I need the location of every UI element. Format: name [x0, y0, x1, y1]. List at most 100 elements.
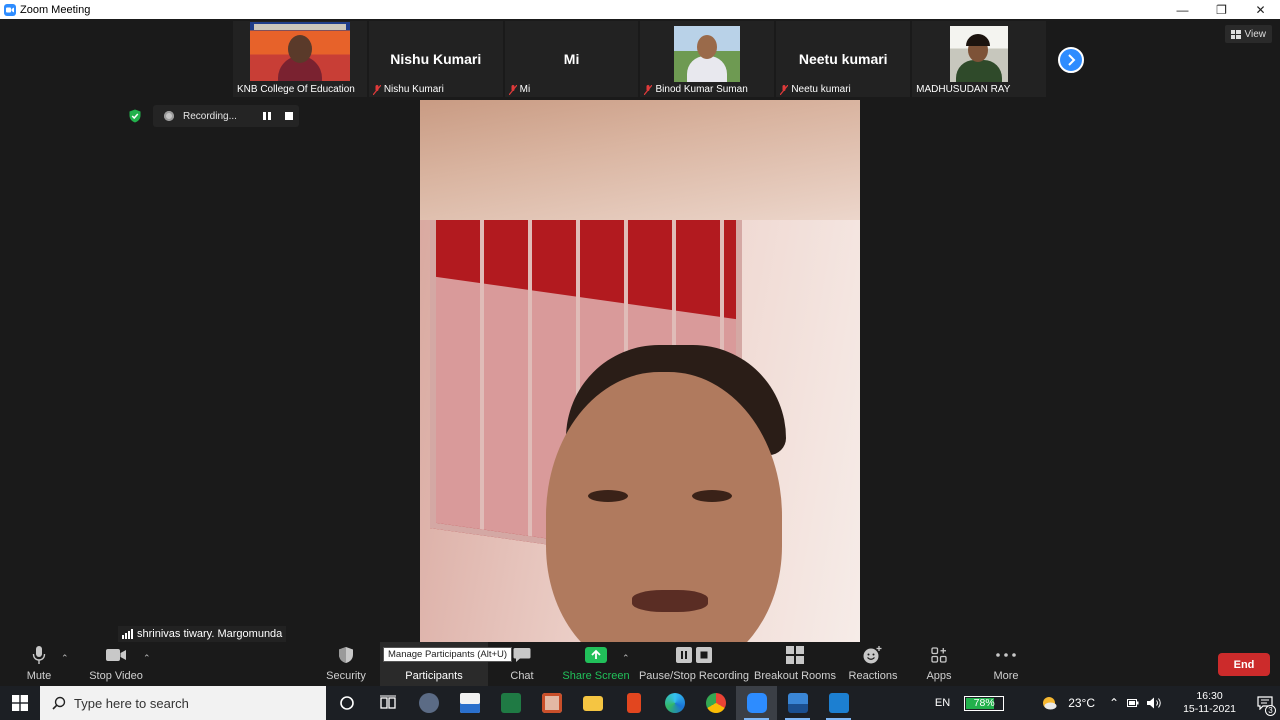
participant-name: Binod Kumar Suman [655, 84, 748, 95]
participant-label: MADHUSUDAN RAY [916, 84, 1010, 95]
participant-tile[interactable]: Nishu Kumari Nishu Kumari [368, 21, 503, 97]
video-camera-icon [106, 649, 126, 661]
taskbar-app-photos[interactable] [777, 686, 818, 720]
chat-button[interactable]: Chat [506, 642, 538, 686]
encryption-shield-icon[interactable] [128, 109, 142, 123]
participant-tile[interactable]: Neetu kumari Neetu kumari [776, 21, 911, 97]
breakout-rooms-icon [786, 646, 804, 664]
recording-status: Recording... [183, 110, 237, 122]
store-bag-icon [459, 693, 480, 713]
reactions-label: Reactions [848, 670, 898, 682]
taskbar-app-office[interactable] [531, 686, 572, 720]
audio-options-caret-icon[interactable]: ⌃ [61, 653, 69, 664]
participant-name: Neetu kumari [791, 84, 851, 95]
cortana-circle-icon [339, 696, 354, 710]
mic-muted-icon [372, 84, 381, 95]
participant-big-name: Nishu Kumari [390, 51, 482, 67]
chevron-right-icon [1068, 54, 1076, 66]
participant-label: Nishu Kumari [372, 84, 444, 95]
mute-button[interactable]: Mute [20, 642, 58, 686]
windows-taskbar: Type here to search EN 78% 23°C ⌃ 16:30 … [0, 686, 1280, 720]
pause-stop-recording-button[interactable]: Pause/Stop Recording [639, 642, 749, 686]
active-speaker-name-tag: shrinivas tiwary. Margomunda [118, 626, 287, 642]
taskbar-search-box[interactable]: Type here to search [40, 686, 326, 720]
next-page-button[interactable] [1058, 47, 1084, 73]
language-indicator[interactable]: EN [935, 697, 950, 709]
apps-icon [931, 647, 947, 663]
pause-recording-button[interactable] [263, 112, 271, 120]
temperature[interactable]: 23°C [1068, 696, 1095, 710]
task-view-button[interactable] [367, 686, 408, 720]
more-button[interactable]: More [990, 642, 1022, 686]
taskbar-app-zoom-scheduler[interactable] [408, 686, 449, 720]
participant-name: Mi [519, 84, 531, 95]
task-view-icon [379, 695, 396, 709]
battery-percent: 78% [973, 696, 995, 709]
mic-muted-icon [508, 84, 517, 95]
meeting-toolbar: Mute ⌃ Stop Video ⌃ Security Participant… [0, 642, 1280, 686]
stop-video-button[interactable]: Stop Video [89, 642, 143, 686]
taskbar-app-edge[interactable] [654, 686, 695, 720]
edge-browser-icon [664, 693, 685, 713]
app-generic-icon [418, 693, 439, 713]
reactions-button[interactable]: Reactions [848, 642, 898, 686]
share-screen-arrow-icon [585, 647, 607, 663]
chrome-browser-icon [705, 693, 726, 713]
participant-name: KNB College Of Education [237, 84, 355, 95]
mic-muted-icon [644, 84, 653, 95]
action-center-button[interactable]: 3 [1250, 686, 1280, 720]
participant-tile[interactable]: MADHUSUDAN RAY [912, 21, 1046, 97]
stop-recording-button[interactable] [285, 112, 293, 120]
clock-time: 16:30 [1196, 690, 1223, 702]
stop-icon [696, 647, 712, 663]
clock[interactable]: 16:30 15-11-2021 [1183, 690, 1236, 716]
system-tray: EN 78% 23°C ⌃ 16:30 15-11-2021 3 [935, 686, 1280, 720]
power-plug-icon[interactable] [1127, 698, 1139, 708]
more-label: More [993, 670, 1019, 682]
taskbar-app-store[interactable] [449, 686, 490, 720]
cortana-button[interactable] [326, 686, 367, 720]
start-button[interactable] [0, 686, 40, 720]
mute-label: Mute [26, 670, 52, 682]
meeting-stage: KNB College Of Education Nishu Kumari Ni… [0, 19, 1280, 642]
battery-indicator[interactable]: 78% [964, 695, 1005, 711]
weather-sun-icon[interactable] [1040, 694, 1058, 712]
maximize-button[interactable]: ❐ [1202, 0, 1241, 19]
show-hidden-icons-chevron-icon[interactable]: ⌃ [1109, 696, 1119, 710]
excel-icon [500, 693, 521, 713]
participant-video-thumb [950, 26, 1009, 82]
apps-button[interactable]: Apps [924, 642, 954, 686]
share-screen-button[interactable]: Share Screen [562, 642, 630, 686]
participant-tile[interactable]: KNB College Of Education [233, 21, 367, 97]
breakout-rooms-button[interactable]: Breakout Rooms [754, 642, 836, 686]
taskbar-app-office-hub[interactable] [613, 686, 654, 720]
security-button[interactable]: Security [326, 642, 366, 686]
participant-big-name: Neetu kumari [798, 51, 888, 67]
chat-bubble-icon [513, 648, 531, 662]
share-options-caret-icon[interactable]: ⌃ [622, 653, 630, 664]
taskbar-app-zoom[interactable] [736, 686, 777, 720]
participant-name: Nishu Kumari [383, 84, 444, 95]
view-button[interactable]: View [1224, 25, 1272, 43]
participant-label: Mi [508, 84, 531, 95]
participant-video-thumb [674, 26, 741, 82]
taskbar-app-excel[interactable] [490, 686, 531, 720]
end-meeting-button[interactable]: End [1218, 653, 1270, 676]
zoom-icon [746, 693, 767, 713]
speaker-volume-icon[interactable] [1147, 697, 1163, 709]
participant-label: KNB College Of Education [237, 84, 355, 95]
photos-icon [787, 693, 808, 713]
participant-tile[interactable]: Binod Kumar Suman [640, 21, 775, 97]
windows-logo-icon [12, 695, 28, 711]
close-button[interactable]: ✕ [1241, 0, 1280, 19]
zoom-app-icon [4, 3, 16, 16]
minimize-button[interactable]: — [1163, 0, 1202, 19]
taskbar-app-chrome[interactable] [695, 686, 736, 720]
taskbar-app-media[interactable] [818, 686, 859, 720]
video-options-caret-icon[interactable]: ⌃ [143, 653, 151, 664]
stop-video-label: Stop Video [89, 670, 143, 682]
active-speaker-name: shrinivas tiwary. Margomunda [137, 628, 283, 640]
participant-tile[interactable]: Mi Mi [504, 21, 639, 97]
taskbar-app-file-explorer[interactable] [572, 686, 613, 720]
window-titlebar: Zoom Meeting — ❐ ✕ [0, 0, 1280, 19]
